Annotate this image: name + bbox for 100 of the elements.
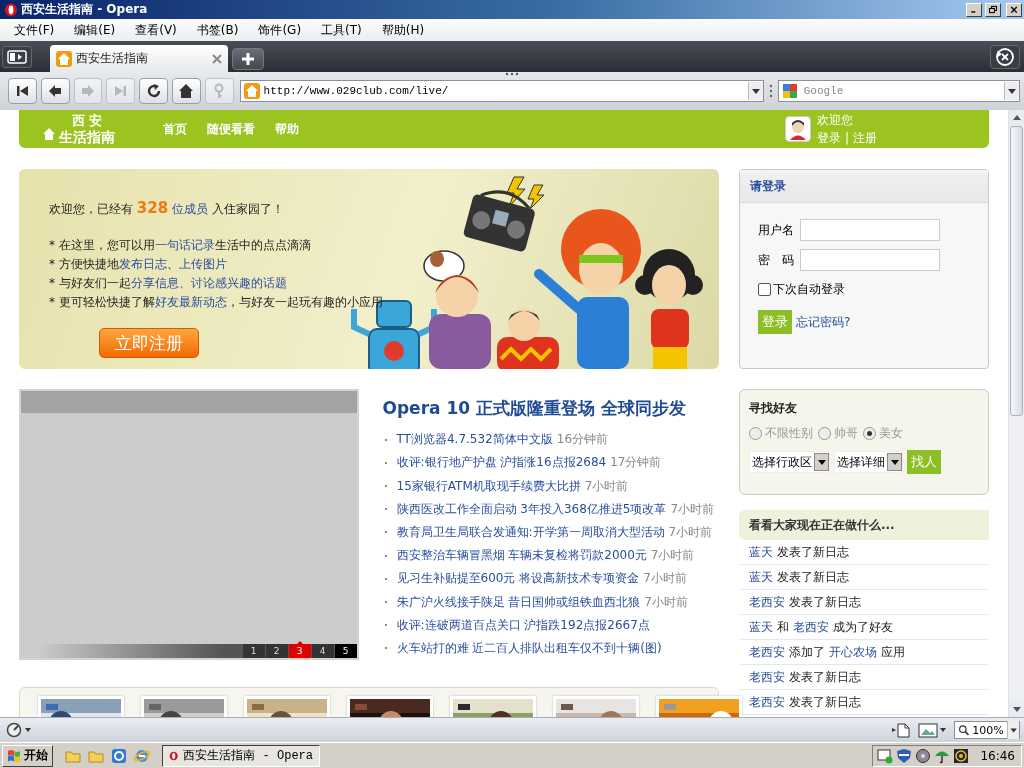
- text-link[interactable]: 发布日志: [118, 257, 167, 271]
- page-button[interactable]: 1: [242, 644, 265, 658]
- news-link[interactable]: TT浏览器4.7.532简体中文版: [396, 431, 553, 449]
- menu-item[interactable]: 查看(V): [125, 19, 187, 41]
- scroll-down-icon[interactable]: [1009, 701, 1024, 717]
- monitor-icon[interactable]: [877, 747, 894, 764]
- closed-tabs-button[interactable]: [990, 45, 1020, 69]
- page-icon[interactable]: [890, 722, 912, 738]
- feature-text: * 与好友们一起分享信息、讨论感兴趣的话题: [49, 275, 287, 292]
- news-headline[interactable]: Opera 10 正式版隆重登场 全球同步发: [382, 397, 719, 420]
- wireless-icon[interactable]: [953, 747, 970, 764]
- text-link[interactable]: 分享信息、讨论感兴趣的话题: [130, 276, 287, 290]
- page-button[interactable]: 4: [311, 644, 334, 658]
- panel-title: 寻找好友: [749, 400, 798, 417]
- scroll-up-icon[interactable]: [1009, 110, 1024, 126]
- menu-item[interactable]: 编辑(E): [64, 19, 126, 41]
- checkbox[interactable]: [758, 283, 771, 296]
- reload-icon[interactable]: [145, 83, 162, 99]
- bullet-icon: [384, 647, 387, 650]
- news-link[interactable]: 收评:连破两道百点关口 沪指跌192点报2667点: [396, 616, 650, 634]
- url-field[interactable]: http://www.029club.com/live/: [263, 82, 744, 100]
- bullet-icon: [384, 438, 387, 441]
- browser-tab[interactable]: 西安生活指南: [50, 45, 228, 72]
- search-bar[interactable]: Google: [777, 80, 1020, 102]
- text-link[interactable]: 位成员: [168, 202, 208, 216]
- news-link[interactable]: 陕西医改工作全面启动 3年投入368亿推进5项改革: [396, 500, 667, 518]
- search-field[interactable]: Google: [803, 82, 998, 100]
- back-button[interactable]: [40, 78, 70, 104]
- home-icon[interactable]: [178, 83, 195, 99]
- user-link[interactable]: 蓝天: [749, 618, 773, 636]
- page-button[interactable]: 2: [265, 644, 288, 658]
- rewind-button[interactable]: [8, 78, 37, 104]
- username-field[interactable]: [800, 219, 940, 241]
- home-button[interactable]: [172, 78, 201, 104]
- back-icon[interactable]: [47, 83, 64, 99]
- user-link[interactable]: 老西安: [749, 693, 785, 711]
- avatar-icon: [785, 116, 811, 142]
- rewind-icon[interactable]: [14, 83, 31, 99]
- grip-icon[interactable]: [505, 72, 519, 76]
- address-bar[interactable]: http://www.029club.com/live/: [239, 80, 764, 102]
- region-dropdown[interactable]: 选择行政区: [749, 451, 830, 473]
- shield-icon[interactable]: [896, 747, 913, 764]
- panel-icon[interactable]: [7, 50, 27, 64]
- reload-button[interactable]: [139, 78, 168, 104]
- news-link[interactable]: 火车站打的难 近二百人排队出租车仅不到十辆(图): [396, 639, 662, 657]
- password-field[interactable]: [800, 249, 940, 271]
- app-icon[interactable]: [111, 747, 127, 764]
- menu-item[interactable]: 文件(F): [4, 19, 65, 41]
- menu-item[interactable]: 饰件(G): [248, 19, 312, 41]
- image-icon[interactable]: [918, 722, 948, 738]
- activity-text: 发表了新日志: [789, 593, 861, 611]
- disc-icon[interactable]: [915, 747, 932, 764]
- user-link[interactable]: 蓝天: [749, 543, 773, 561]
- news-link[interactable]: 西安整治车辆冒黑烟 车辆未复检将罚款2000元: [396, 547, 647, 565]
- globe-icon[interactable]: [134, 747, 150, 764]
- user-link[interactable]: 老西安: [749, 668, 785, 686]
- scrollbar-thumb[interactable]: [1010, 126, 1023, 416]
- news-link[interactable]: 收评:银行地产护盘 沪指涨16点报2684: [396, 454, 607, 472]
- app-link[interactable]: 开心农场: [829, 643, 877, 661]
- news-link[interactable]: 15家银行ATM机取现手续费大比拼: [396, 477, 581, 495]
- page-button[interactable]: 3: [288, 644, 311, 658]
- menu-item[interactable]: 书签(B): [186, 19, 249, 41]
- text-link[interactable]: 一句话记录: [154, 238, 215, 252]
- taskbar-button[interactable]: 西安生活指南 - Opera: [162, 744, 320, 767]
- zoom-field[interactable]: 100%: [954, 721, 1020, 739]
- closed-tabs-icon[interactable]: [995, 47, 1015, 67]
- bullet-icon: [384, 461, 387, 464]
- user-link[interactable]: 老西安: [749, 643, 785, 661]
- search-engine-icon[interactable]: [781, 83, 798, 99]
- time-text: 7小时前: [644, 593, 688, 611]
- news-link[interactable]: 朱广沪火线接手陕足 昔日国帅或组铁血西北狼: [396, 593, 641, 611]
- time-text: 7小时前: [650, 547, 695, 565]
- detail-dropdown[interactable]: 选择详细: [834, 451, 903, 473]
- page-button[interactable]: 5: [334, 644, 357, 658]
- time-text: 7小时前: [670, 500, 715, 518]
- radio-button[interactable]: [749, 427, 762, 440]
- new-tab-button[interactable]: [232, 48, 264, 70]
- menu-item[interactable]: 工具(T): [311, 19, 372, 41]
- grip-icon[interactable]: [768, 84, 773, 98]
- activity-text: 发表了新日志: [789, 693, 861, 711]
- news-link[interactable]: 见习生补贴提至600元 将设高新技术专项资金: [396, 570, 640, 588]
- radio-label: 不限性别: [765, 425, 813, 442]
- vertical-scrollbar[interactable]: [1008, 110, 1024, 717]
- radio-button[interactable]: [863, 427, 876, 440]
- news-link[interactable]: 教育局卫生局联合发通知:开学第一周取消大型活动: [396, 523, 665, 541]
- panel-toggle-button[interactable]: [2, 46, 32, 68]
- user-link[interactable]: 蓝天: [749, 568, 773, 586]
- menu-item[interactable]: 帮助(H): [371, 19, 435, 41]
- caret-icon[interactable]: [747, 82, 763, 100]
- gauge-icon[interactable]: [6, 722, 34, 738]
- text-link[interactable]: 上传图片: [178, 257, 227, 271]
- forgot-password-link[interactable]: 忘记密码?: [796, 313, 851, 331]
- plus-icon[interactable]: [241, 52, 255, 66]
- start-button[interactable]: 开始: [2, 744, 53, 767]
- text-link[interactable]: 好友最新动态: [154, 295, 227, 309]
- user-link[interactable]: 老西安: [793, 618, 829, 636]
- radio-button[interactable]: [818, 427, 831, 440]
- caret-icon[interactable]: [1006, 721, 1019, 739]
- caret-icon[interactable]: [1003, 82, 1019, 100]
- user-link[interactable]: 老西安: [749, 593, 785, 611]
